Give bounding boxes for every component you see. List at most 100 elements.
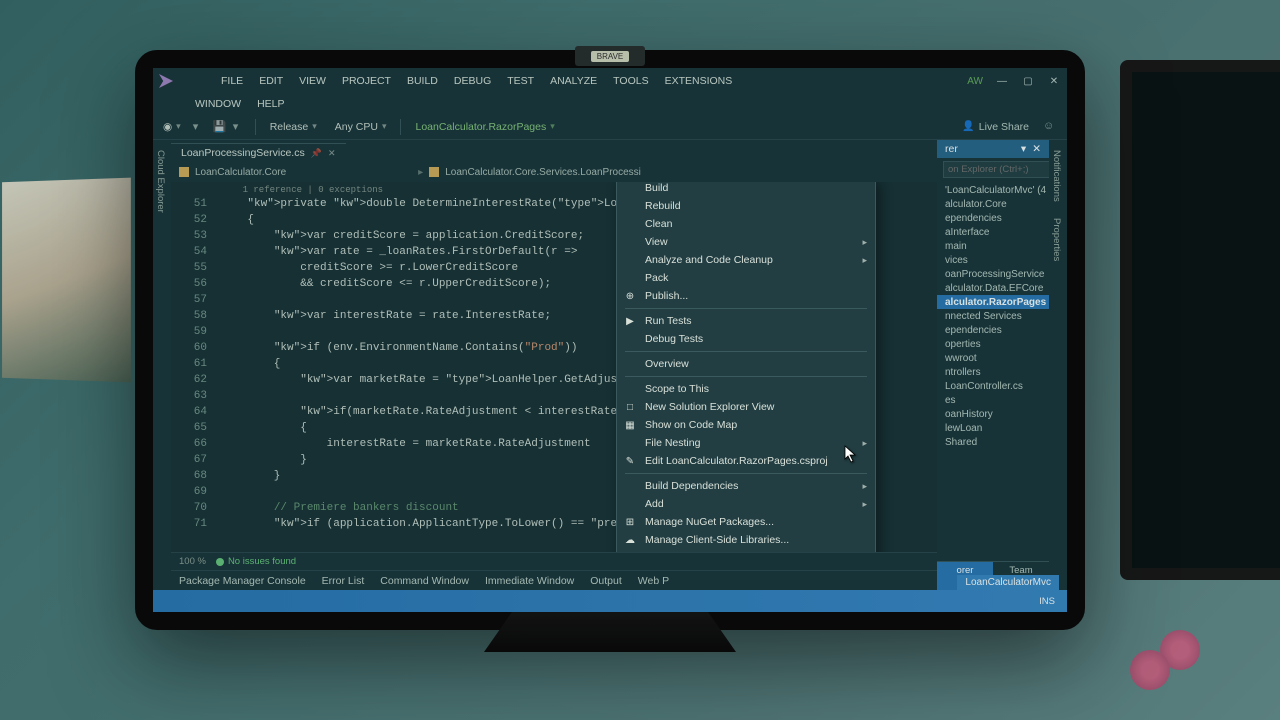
feedback-icon[interactable]: ☺ (1043, 120, 1057, 134)
ctx-rebuild[interactable]: Rebuild (617, 197, 875, 215)
tool-tab-web-p[interactable]: Web P (630, 573, 677, 589)
ctx-add[interactable]: Add (617, 495, 875, 513)
ctx-new-solution-explorer-view[interactable]: □New Solution Explorer View (617, 398, 875, 416)
close-button[interactable]: ✕ (1047, 74, 1061, 88)
platform-dropdown[interactable]: Any CPU (329, 119, 393, 135)
ctx-view[interactable]: View (617, 233, 875, 251)
zoom-level[interactable]: 100 % (179, 556, 206, 567)
ctx-clean[interactable]: Clean (617, 215, 875, 233)
document-tab[interactable]: LoanProcessingService.cs 📌 ✕ (171, 143, 346, 162)
tree-item[interactable]: lewLoan (937, 421, 1049, 435)
tool-tab-output[interactable]: Output (582, 573, 630, 589)
menu-file[interactable]: FILE (213, 73, 251, 89)
menu-edit[interactable]: EDIT (251, 73, 291, 89)
secondary-monitor (1120, 60, 1280, 580)
tree-item[interactable]: alculator.RazorPages (937, 295, 1049, 309)
tree-item[interactable]: ependencies (937, 211, 1049, 225)
solution-search-input[interactable] (943, 161, 1049, 178)
solution-root[interactable]: 'LoanCalculatorMvc' (4 (937, 183, 1049, 197)
mouse-cursor-icon (844, 445, 858, 463)
breadcrumb-path[interactable]: LoanCalculator.Core.Services.LoanProcess… (445, 167, 641, 178)
tool-tab-package-manager-console[interactable]: Package Manager Console (171, 573, 314, 589)
ctx-manage-nuget-packages[interactable]: ⊞Manage NuGet Packages... (617, 513, 875, 531)
tree-item[interactable]: oanProcessingService (937, 267, 1049, 281)
menu-view[interactable]: VIEW (291, 73, 334, 89)
cloud-explorer-tab[interactable]: Cloud Explorer (155, 150, 169, 213)
ctx-scope-to-this[interactable]: Scope to This (617, 380, 875, 398)
menu-window[interactable]: WINDOW (187, 96, 249, 112)
minimize-button[interactable]: — (995, 74, 1009, 88)
menu-analyze[interactable]: ANALYZE (542, 73, 605, 89)
ctx-file-nesting[interactable]: File Nesting (617, 434, 875, 452)
tool-tab-error-list[interactable]: Error List (314, 573, 373, 589)
tree-item[interactable]: oanHistory (937, 407, 1049, 421)
document-tab-label: LoanProcessingService.cs (181, 147, 305, 159)
webcam-label-tag: BRAVE (575, 46, 645, 66)
panel-close-icon[interactable]: ✕ (1032, 143, 1041, 155)
maximize-button[interactable]: ▢ (1021, 74, 1035, 88)
save-icon[interactable]: 💾 (213, 120, 227, 134)
notifications-tab[interactable]: Notifications (1051, 150, 1065, 202)
menu-build[interactable]: BUILD (399, 73, 446, 89)
live-share-button[interactable]: Live Share (962, 121, 1029, 133)
menu-tools[interactable]: TOOLS (605, 73, 656, 89)
tool-tab-command-window[interactable]: Command Window (372, 573, 477, 589)
tree-item[interactable]: ntrollers (937, 365, 1049, 379)
nav-back-dropdown[interactable]: ◉ (163, 119, 187, 135)
document-tabs: LoanProcessingService.cs 📌 ✕ (171, 140, 937, 162)
code-editor[interactable]: 5152535455565758596061626364656667686970… (171, 182, 937, 552)
tree-item[interactable]: aInterface (937, 225, 1049, 239)
ctx-debug-tests[interactable]: Debug Tests (617, 330, 875, 348)
menu-help[interactable]: HELP (249, 96, 292, 112)
namespace-icon (429, 167, 439, 177)
ctx-analyze-and-code-cleanup[interactable]: Analyze and Code Cleanup (617, 251, 875, 269)
tool-tab-immediate-window[interactable]: Immediate Window (477, 573, 582, 589)
tree-item[interactable]: main (937, 239, 1049, 253)
tree-item[interactable]: operties (937, 337, 1049, 351)
tree-item[interactable]: ependencies (937, 323, 1049, 337)
visual-studio-icon (159, 74, 173, 88)
menu-project[interactable]: PROJECT (334, 73, 399, 89)
ctx-manage-user-secrets[interactable]: Manage User Secrets (617, 549, 875, 552)
ctx-build[interactable]: Build (617, 182, 875, 197)
ctx-edit-loancalculator-razorpages-csproj[interactable]: ✎Edit LoanCalculator.RazorPages.csproj (617, 452, 875, 470)
panel-dropdown-icon[interactable]: ▾ (1021, 143, 1026, 155)
ctx-build-dependencies[interactable]: Build Dependencies (617, 477, 875, 495)
ctx-publish[interactable]: ⊕Publish... (617, 287, 875, 305)
tree-item[interactable]: es (937, 393, 1049, 407)
tree-item[interactable]: Shared (937, 435, 1049, 449)
user-badge[interactable]: AW (967, 76, 983, 87)
left-rail: Cloud Explorer (153, 140, 171, 590)
menu-debug[interactable]: DEBUG (446, 73, 499, 89)
new-item-icon[interactable]: ▾ (193, 120, 207, 134)
save-all-icon[interactable]: ▾ (233, 120, 247, 134)
tree-item[interactable]: alculator.Data.EFCore (937, 281, 1049, 295)
tree-item[interactable]: vices (937, 253, 1049, 267)
menu-extensions[interactable]: EXTENSIONS (657, 73, 741, 89)
close-tab-icon[interactable]: ✕ (328, 148, 336, 159)
ctx-pack[interactable]: Pack (617, 269, 875, 287)
ctx-run-tests[interactable]: ▶Run Tests (617, 312, 875, 330)
line-gutter: 5152535455565758596061626364656667686970… (171, 182, 221, 552)
insert-mode: INS (1039, 596, 1055, 607)
ctx-show-on-code-map[interactable]: ▦Show on Code Map (617, 416, 875, 434)
right-rail: Notifications Properties (1049, 140, 1067, 590)
pin-icon[interactable]: 📌 (311, 148, 322, 159)
editor-status-strip: 100 % No issues found (171, 552, 937, 570)
startup-project-dropdown[interactable]: LoanCalculator.RazorPages (409, 119, 560, 135)
solution-tree[interactable]: 'LoanCalculatorMvc' (4 alculator.Coreepe… (937, 181, 1049, 561)
issues-indicator[interactable]: No issues found (216, 556, 296, 567)
properties-tab[interactable]: Properties (1051, 218, 1065, 261)
tree-item[interactable]: LoanController.cs (937, 379, 1049, 393)
solution-header: rer ▾ ✕ (937, 140, 1049, 158)
ctx-overview[interactable]: Overview (617, 355, 875, 373)
solution-search-row: 🔍 (937, 158, 1049, 181)
tree-item[interactable]: nnected Services (937, 309, 1049, 323)
config-dropdown[interactable]: Release (264, 119, 323, 135)
tree-item[interactable]: wwroot (937, 351, 1049, 365)
breadcrumb-project[interactable]: LoanCalculator.Core (195, 167, 286, 178)
menu-test[interactable]: TEST (499, 73, 542, 89)
tree-item[interactable]: alculator.Core (937, 197, 1049, 211)
nav-breadcrumb: LoanCalculator.Core LoanCalculator.Core.… (171, 162, 937, 182)
ctx-manage-client-side-libraries[interactable]: ☁Manage Client-Side Libraries... (617, 531, 875, 549)
